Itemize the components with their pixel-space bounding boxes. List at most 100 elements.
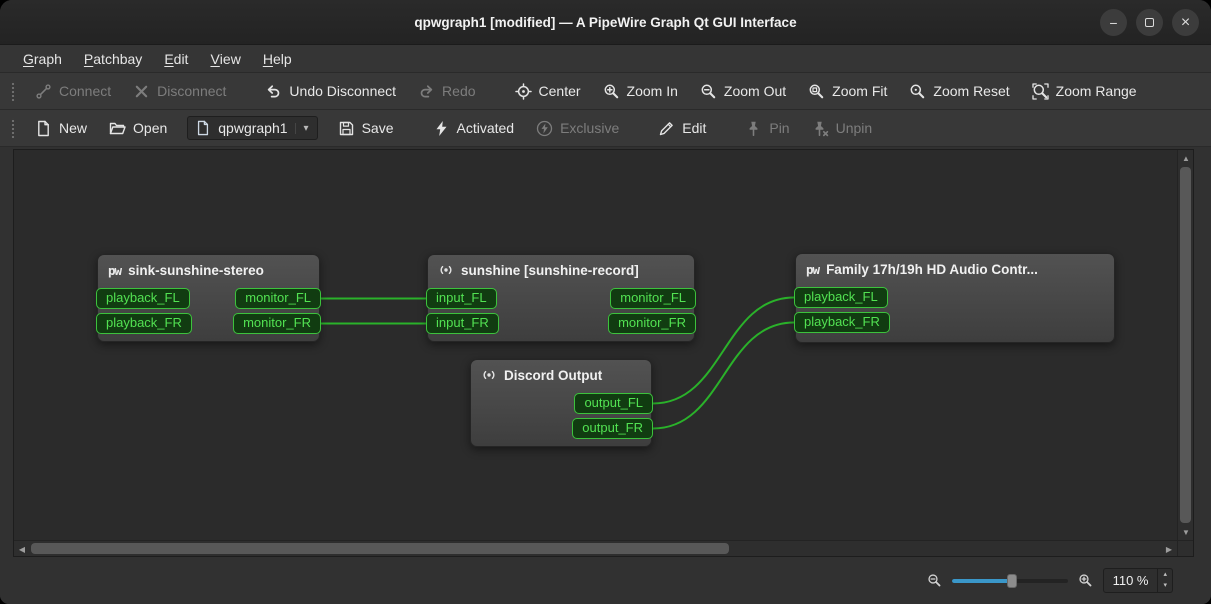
menubar: Graph Patchbay Edit View Help (0, 45, 1211, 73)
node-discord[interactable]: Discord Output output_FL output_FR (470, 359, 653, 447)
node-family[interactable]: pw Family 17h/19h HD Audio Contr... playba… (794, 253, 1115, 343)
zoom-spin-buttons: ▴ ▾ (1157, 569, 1172, 592)
open-button[interactable]: Open (100, 115, 176, 142)
titlebar[interactable]: qpwgraph1 [modified] — A PipeWire Graph … (0, 0, 1211, 45)
node-header: sunshine [sunshine-record] (428, 255, 694, 285)
port-output_FL[interactable]: output_FL (574, 393, 653, 414)
open-icon (109, 120, 126, 137)
scrollbar-corner (1177, 540, 1193, 556)
minimize-button[interactable]: − (1100, 9, 1127, 36)
patchbay-combobox[interactable]: qpwgraph1 ▾ (187, 116, 318, 140)
horizontal-scrollbar[interactable]: ◀ ▶ (14, 540, 1177, 556)
disconnect-icon (133, 83, 150, 100)
graph-canvas[interactable]: pw sink-sunshine-stereo playback_FL playbac… (14, 150, 1177, 540)
maximize-button[interactable] (1136, 9, 1163, 36)
port-input_FR[interactable]: input_FR (426, 313, 499, 334)
menu-view[interactable]: View (199, 45, 251, 72)
patchbay-combobox-value: qpwgraph1 (218, 120, 288, 136)
node-header: Discord Output (471, 360, 651, 390)
zoom-out-label: Zoom Out (723, 83, 787, 99)
port-input_FL[interactable]: input_FL (426, 288, 497, 309)
zoom-out-small-icon[interactable] (927, 573, 942, 588)
connect-icon (35, 83, 52, 100)
node-sink[interactable]: pw sink-sunshine-stereo playback_FL playbac… (96, 254, 321, 342)
graph-view-frame: pw sink-sunshine-stereo playback_FL playbac… (13, 149, 1194, 557)
port-playback_FR[interactable]: playback_FR (794, 312, 890, 333)
audio-stream-icon (438, 262, 454, 278)
pin-icon (745, 120, 762, 137)
zoom-range-button[interactable]: Zoom Range (1023, 78, 1146, 105)
spin-down-icon[interactable]: ▾ (1158, 581, 1172, 591)
zoom-slider[interactable] (951, 573, 1068, 588)
pipewire-icon: pw (806, 261, 820, 277)
scroll-left-icon[interactable]: ◀ (14, 541, 30, 557)
menu-patchbay[interactable]: Patchbay (73, 45, 153, 72)
toolbar-drag-handle[interactable] (11, 118, 16, 138)
save-button[interactable]: Save (329, 115, 403, 142)
disconnect-button[interactable]: Disconnect (124, 78, 235, 105)
vertical-scrollbar[interactable]: ▲ ▼ (1177, 150, 1193, 540)
zoom-slider-handle[interactable] (1006, 573, 1017, 588)
exclusive-icon (536, 120, 553, 137)
horizontal-scrollbar-thumb[interactable] (31, 543, 729, 554)
node-title: sink-sunshine-stereo (128, 262, 264, 278)
new-icon (35, 120, 52, 137)
center-button[interactable]: Center (506, 78, 590, 105)
port-output_FR[interactable]: output_FR (572, 418, 653, 439)
zoom-reset-label: Zoom Reset (933, 83, 1010, 99)
port-playback_FL[interactable]: playback_FL (96, 288, 190, 309)
exclusive-button[interactable]: Exclusive (527, 115, 628, 142)
scroll-up-icon[interactable]: ▲ (1178, 150, 1194, 166)
zoom-spinbox[interactable]: 110 % ▴ ▾ (1102, 568, 1173, 593)
new-button[interactable]: New (26, 115, 96, 142)
scroll-right-icon[interactable]: ▶ (1161, 541, 1177, 557)
zoom-value[interactable]: 110 % (1104, 569, 1158, 592)
save-icon (338, 120, 355, 137)
menu-edit[interactable]: Edit (153, 45, 199, 72)
window-controls: − × (1100, 9, 1199, 36)
node-sunshine[interactable]: sunshine [sunshine-record] input_FL input_… (426, 254, 696, 342)
pin-button[interactable]: Pin (736, 115, 798, 142)
unpin-button[interactable]: Unpin (803, 115, 882, 142)
port-monitor_FR[interactable]: monitor_FR (608, 313, 696, 334)
menu-graph[interactable]: Graph (12, 45, 73, 72)
statusbar: 110 % ▴ ▾ (0, 557, 1211, 604)
zoom-out-button[interactable]: Zoom Out (691, 78, 795, 105)
scroll-down-icon[interactable]: ▼ (1178, 524, 1194, 540)
zoom-in-button[interactable]: Zoom In (594, 78, 687, 105)
cables-layer (320, 296, 795, 430)
close-icon: × (1180, 13, 1191, 31)
vertical-scrollbar-thumb[interactable] (1180, 167, 1191, 523)
spin-up-icon[interactable]: ▴ (1158, 570, 1172, 580)
port-monitor_FL[interactable]: monitor_FL (610, 288, 696, 309)
port-monitor_FL[interactable]: monitor_FL (235, 288, 321, 309)
center-icon (514, 82, 532, 100)
zoom-range-icon (1031, 82, 1049, 100)
redo-button[interactable]: Redo (409, 78, 484, 105)
port-playback_FR[interactable]: playback_FR (96, 313, 192, 334)
zoom-in-small-icon[interactable] (1078, 573, 1093, 588)
unpin-icon (812, 120, 829, 137)
redo-icon (418, 83, 435, 100)
zoom-reset-button[interactable]: Zoom Reset (900, 78, 1018, 105)
graph-toolbar: Connect Disconnect Undo Disconnect Redo Cent… (0, 73, 1211, 110)
undo-icon (265, 83, 282, 100)
menu-help[interactable]: Help (252, 45, 303, 72)
patchbay-file-icon (195, 120, 211, 136)
toolbar-drag-handle[interactable] (11, 81, 16, 101)
port-playback_FL[interactable]: playback_FL (794, 287, 888, 308)
window-title: qpwgraph1 [modified] — A PipeWire Graph … (414, 14, 797, 30)
activated-button[interactable]: Activated (424, 115, 524, 142)
zoom-fit-button[interactable]: Zoom Fit (799, 78, 896, 105)
node-title: Family 17h/19h HD Audio Contr... (826, 261, 1038, 277)
save-label: Save (361, 120, 394, 136)
undo-label: Undo Disconnect (289, 83, 397, 99)
undo-disconnect-button[interactable]: Undo Disconnect (256, 78, 405, 105)
close-button[interactable]: × (1172, 9, 1199, 36)
zoom-fit-label: Zoom Fit (832, 83, 888, 99)
edit-button[interactable]: Edit (649, 115, 715, 142)
port-monitor_FR[interactable]: monitor_FR (233, 313, 321, 334)
connect-button[interactable]: Connect (26, 78, 120, 105)
zoom-slider-fill (951, 578, 1012, 583)
connect-label: Connect (59, 83, 112, 99)
